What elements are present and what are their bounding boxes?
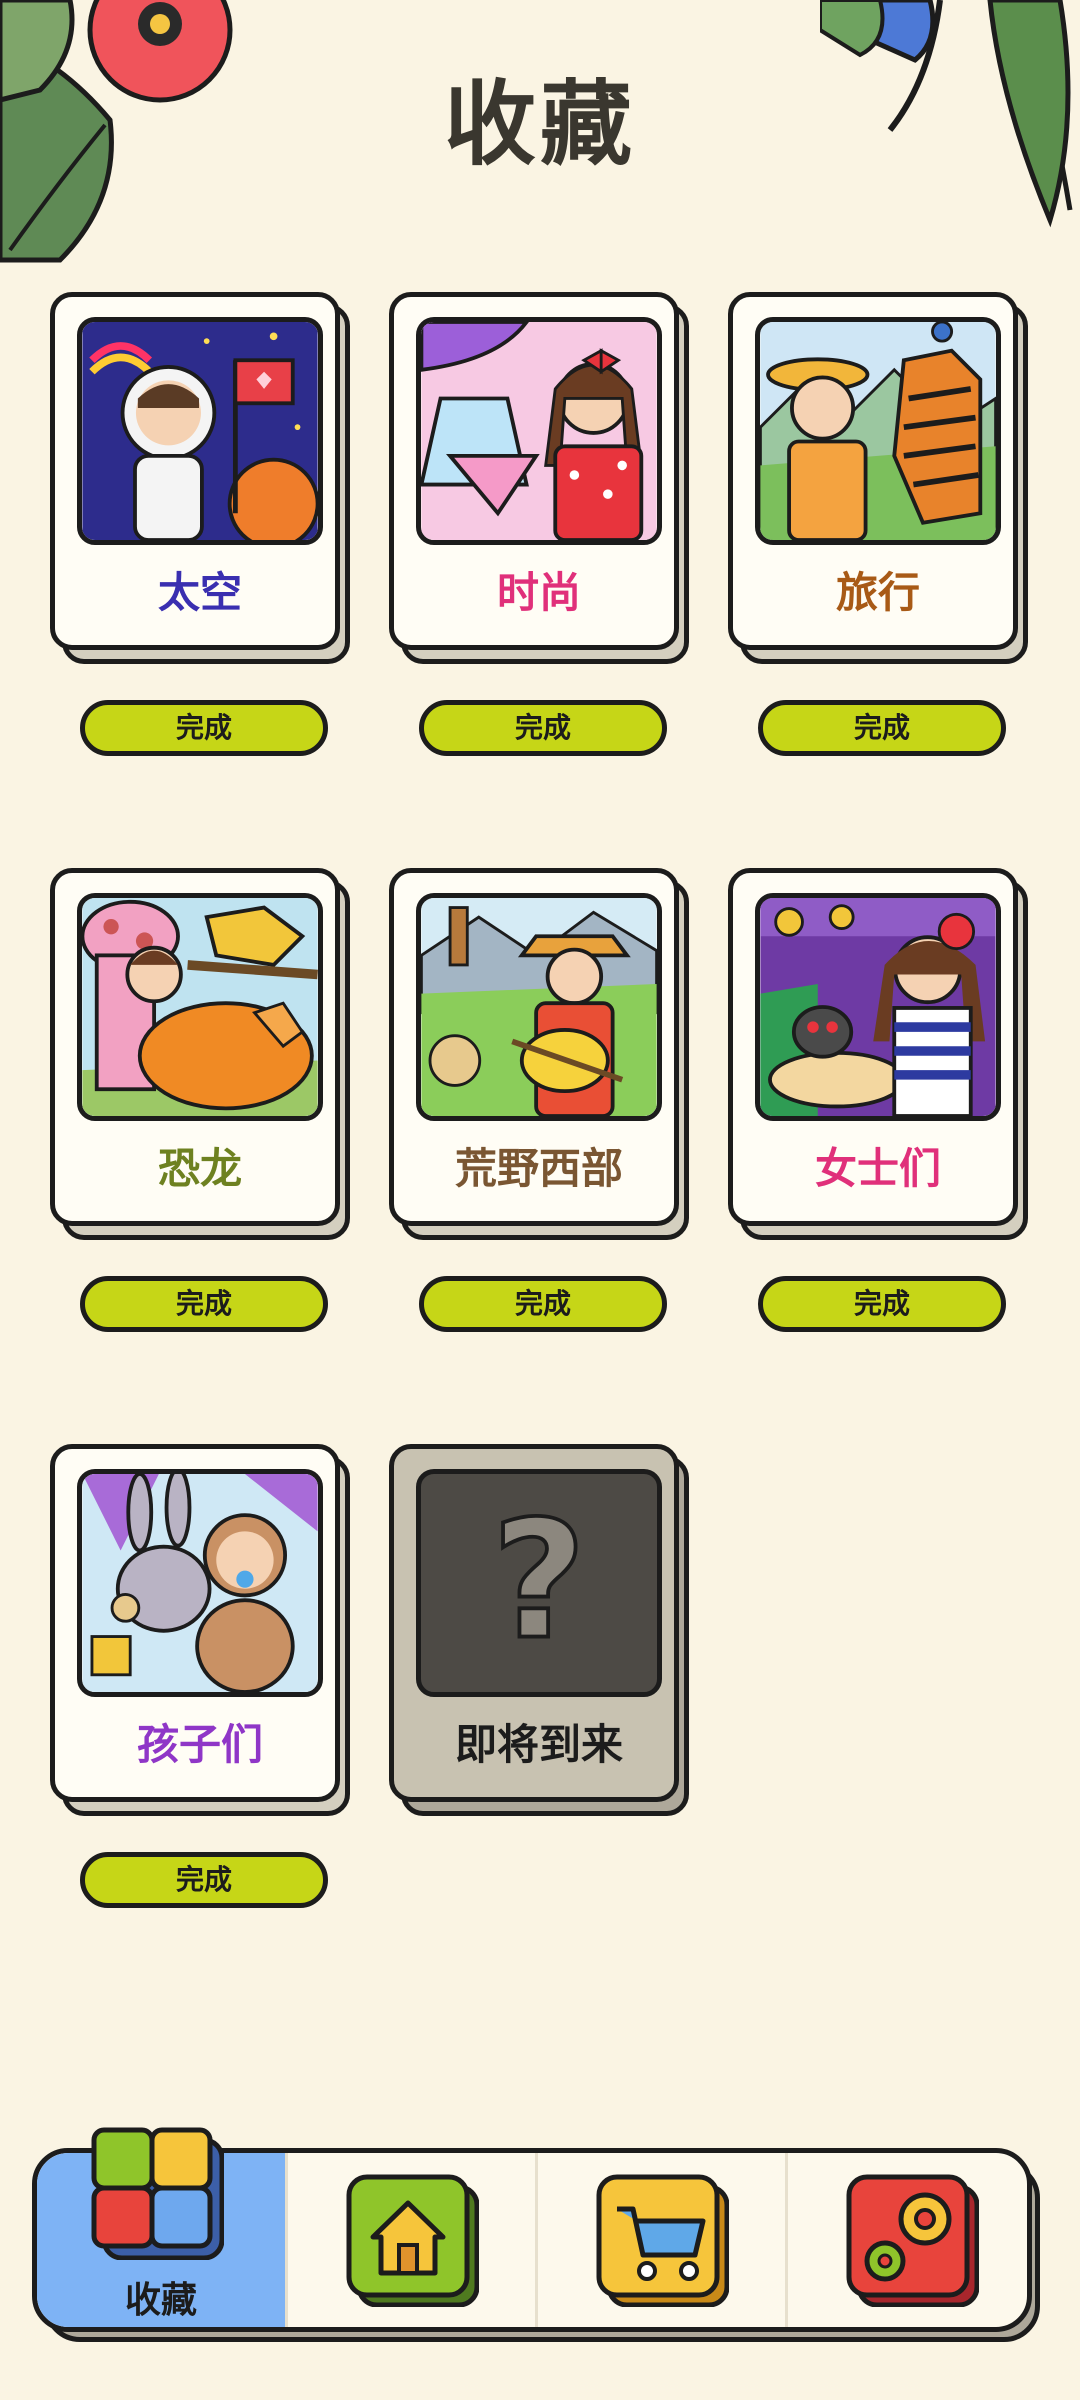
collection-card-coming-soon: ? 即将到来 <box>389 1444 689 1816</box>
locked-placeholder: ? <box>416 1469 662 1697</box>
travel-illustration <box>755 317 1001 545</box>
collection-name: 旅行 <box>835 568 920 617</box>
svg-text:?: ? <box>492 1487 586 1676</box>
puzzle-icon <box>91 2127 224 2260</box>
tab-shop[interactable] <box>537 2153 785 2327</box>
complete-button[interactable]: 完成 <box>80 1852 328 1908</box>
fashion-illustration <box>416 317 662 545</box>
complete-button[interactable]: 完成 <box>758 700 1006 756</box>
collection-card-wild-west[interactable]: 荒野西部 <box>389 868 689 1240</box>
collection-name: 荒野西部 <box>454 1144 623 1193</box>
collection-name: 即将到来 <box>454 1720 623 1769</box>
collection-name: 孩子们 <box>136 1720 263 1769</box>
complete-button[interactable]: 完成 <box>80 700 328 756</box>
collection-card-space[interactable]: 太空 <box>50 292 350 664</box>
wild-west-illustration <box>416 893 662 1121</box>
complete-button[interactable]: 完成 <box>80 1276 328 1332</box>
complete-button[interactable]: 完成 <box>419 1276 667 1332</box>
collection-card-fashion[interactable]: 时尚 <box>389 292 689 664</box>
kids-illustration <box>77 1469 323 1697</box>
collection-name: 恐龙 <box>157 1144 242 1193</box>
tab-settings[interactable] <box>787 2153 1027 2327</box>
ladies-illustration <box>755 893 1001 1121</box>
complete-button[interactable]: 完成 <box>758 1276 1006 1332</box>
dinosaur-illustration <box>77 893 323 1121</box>
question-mark-icon: ? <box>490 1485 588 1678</box>
collection-card-ladies[interactable]: 女士们 <box>728 868 1028 1240</box>
tab-label: 收藏 <box>124 2280 197 2321</box>
collection-name: 时尚 <box>496 568 581 617</box>
page-title: 收藏 <box>443 71 636 178</box>
home-icon <box>346 2174 479 2307</box>
cart-icon <box>596 2174 729 2307</box>
collection-card-kids[interactable]: 孩子们 <box>50 1444 350 1816</box>
complete-button[interactable]: 完成 <box>419 700 667 756</box>
tab-home[interactable] <box>287 2153 535 2327</box>
collection-name: 太空 <box>157 568 242 617</box>
gear-icon <box>846 2174 979 2307</box>
collection-card-dinosaur[interactable]: 恐龙 <box>50 868 350 1240</box>
collection-name: 女士们 <box>814 1144 941 1193</box>
collection-card-travel[interactable]: 旅行 <box>728 292 1028 664</box>
bottom-tab-bar: 收藏 <box>32 2127 1040 2342</box>
space-illustration <box>77 317 323 545</box>
